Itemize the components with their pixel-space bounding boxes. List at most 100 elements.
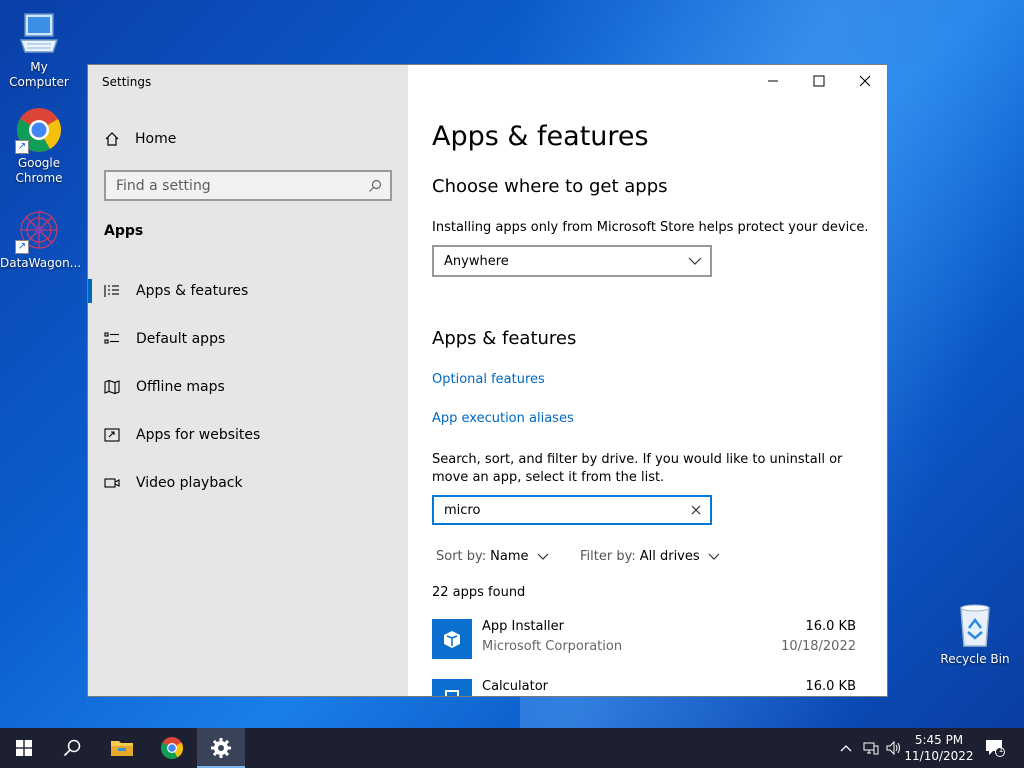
apps-count: 22 apps found	[432, 585, 526, 600]
computer-icon	[15, 10, 63, 58]
app-publisher: Microsoft Corporation	[482, 639, 623, 654]
app-list-item[interactable]: App Installer Microsoft Corporation 16.0…	[432, 615, 856, 665]
close-button[interactable]	[842, 65, 887, 97]
chevron-up-icon	[840, 745, 852, 752]
list-icon	[104, 285, 119, 297]
sort-value: Name	[490, 549, 529, 564]
chevron-down-icon	[688, 257, 702, 265]
default-apps-icon	[104, 332, 119, 344]
calculator-icon	[432, 679, 472, 696]
sidebar-item-apps-features[interactable]: Apps & features	[88, 271, 408, 311]
sidebar-item-label: Apps for websites	[136, 427, 261, 443]
start-icon	[16, 740, 32, 756]
home-icon	[105, 132, 119, 146]
taskbar-search-button[interactable]	[48, 728, 96, 768]
shortcut-arrow-icon: ↗	[15, 240, 29, 254]
taskbar-file-explorer[interactable]	[98, 728, 146, 768]
search-icon	[369, 179, 382, 192]
desktop-icon-my-computer[interactable]: My Computer	[0, 10, 78, 90]
desktop-icon-recycle-bin[interactable]: Recycle Bin	[936, 602, 1014, 667]
desktop-icon-google-chrome[interactable]: ↗ Google Chrome	[0, 106, 78, 186]
desktop-icon-label: Google Chrome	[15, 156, 63, 185]
clock-date: 11/10/2022	[904, 749, 974, 763]
notification-count: 1	[998, 745, 1004, 754]
settings-sidebar: Settings Home Apps Apps & features	[88, 65, 408, 696]
search-icon	[63, 739, 81, 757]
sidebar-item-label: Default apps	[136, 331, 226, 347]
app-search-input[interactable]	[444, 502, 690, 518]
website-app-icon	[104, 428, 120, 442]
app-source-value: Anywhere	[444, 253, 509, 269]
app-installer-icon	[432, 619, 472, 659]
sidebar-item-video-playback[interactable]: Video playback	[88, 463, 408, 503]
find-setting-input[interactable]	[116, 177, 368, 194]
clear-icon[interactable]	[690, 504, 702, 516]
sidebar-item-label: Offline maps	[136, 379, 225, 395]
sidebar-home-label: Home	[135, 131, 177, 147]
window-title: Settings	[102, 75, 152, 89]
choose-apps-heading: Choose where to get apps	[432, 176, 668, 197]
minimize-icon	[768, 80, 778, 82]
map-icon	[104, 379, 120, 395]
sort-dropdown[interactable]: Sort by: Name	[436, 549, 549, 564]
tray-show-hidden[interactable]	[836, 728, 856, 768]
video-icon	[104, 478, 120, 488]
sidebar-section-title: Apps	[104, 223, 144, 239]
sidebar-item-offline-maps[interactable]: Offline maps	[88, 367, 408, 407]
app-install-date: 10/18/2022	[781, 639, 856, 654]
desktop-icon-label: Recycle Bin	[940, 652, 1010, 666]
maximize-button[interactable]	[796, 65, 842, 97]
shortcut-arrow-icon: ↗	[15, 140, 29, 154]
taskbar-settings[interactable]	[197, 728, 245, 768]
sidebar-item-default-apps[interactable]: Default apps	[88, 319, 408, 359]
taskbar: 5:45 PM 11/10/2022 1	[0, 728, 1024, 768]
sidebar-item-label: Apps & features	[136, 283, 249, 299]
volume-icon	[886, 741, 900, 755]
recycle-bin-icon	[951, 602, 999, 650]
app-list-item[interactable]: Calculator 16.0 KB	[432, 675, 856, 696]
filter-dropdown[interactable]: Filter by: All drives	[580, 549, 720, 564]
chevron-down-icon	[537, 553, 548, 560]
chrome-icon: ↗	[15, 106, 63, 154]
sidebar-item-apps-websites[interactable]: Apps for websites	[88, 415, 408, 455]
sidebar-item-label: Video playback	[136, 475, 243, 491]
apps-features-heading: Apps & features	[432, 328, 577, 349]
app-name: App Installer	[482, 619, 565, 634]
network-icon	[863, 742, 879, 755]
chevron-down-icon	[708, 553, 720, 560]
chrome-icon	[161, 737, 183, 759]
app-name: Calculator	[482, 679, 549, 694]
maximize-icon	[813, 75, 825, 87]
datawagon-icon: ↗	[15, 206, 63, 254]
optional-features-link[interactable]: Optional features	[432, 372, 545, 387]
settings-icon	[211, 738, 231, 758]
app-size: 16.0 KB	[805, 679, 856, 694]
tray-network[interactable]	[860, 728, 882, 768]
app-size: 16.0 KB	[805, 619, 856, 634]
page-title: Apps & features	[432, 121, 649, 152]
minimize-button[interactable]	[750, 65, 796, 97]
system-clock[interactable]: 5:45 PM 11/10/2022	[904, 732, 974, 764]
settings-window: Settings Home Apps Apps & features	[87, 64, 888, 697]
start-button[interactable]	[0, 728, 48, 768]
desktop-icon-label: My Computer	[9, 60, 69, 89]
filter-label: Filter by:	[580, 549, 636, 564]
clock-time: 5:45 PM	[914, 733, 964, 747]
file-explorer-icon	[111, 741, 133, 756]
app-execution-aliases-link[interactable]: App execution aliases	[432, 411, 574, 426]
settings-content: Apps & features Choose where to get apps…	[408, 65, 887, 696]
app-search-box[interactable]	[432, 495, 712, 525]
tray-volume[interactable]	[883, 728, 905, 768]
filter-value: All drives	[639, 549, 700, 564]
desktop-icon-label: DataWagon...	[0, 256, 82, 270]
sidebar-home[interactable]: Home	[104, 127, 176, 151]
sort-label: Sort by:	[436, 549, 487, 564]
choose-apps-description: Installing apps only from Microsoft Stor…	[432, 220, 869, 235]
close-icon	[859, 75, 871, 87]
app-source-dropdown[interactable]: Anywhere	[432, 245, 712, 277]
taskbar-chrome[interactable]	[148, 728, 196, 768]
action-center-button[interactable]: 1	[980, 728, 1010, 768]
desktop-icon-datawagon[interactable]: ↗ DataWagon...	[0, 206, 82, 271]
find-setting-box[interactable]	[104, 170, 392, 201]
search-description: Search, sort, and filter by drive. If yo…	[432, 452, 843, 485]
